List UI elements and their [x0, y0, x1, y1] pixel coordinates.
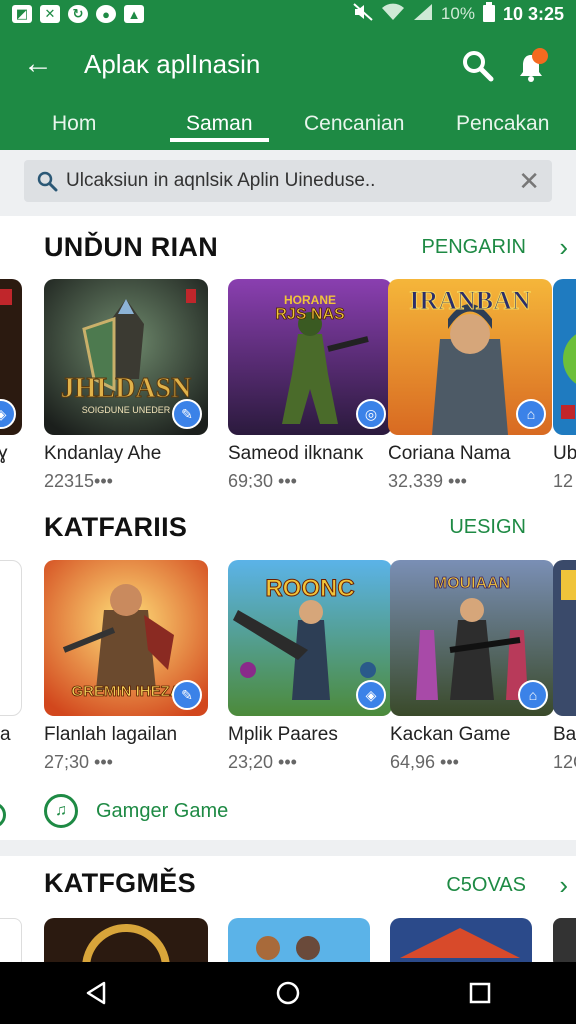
tab-pencakan[interactable]: Pencakan	[456, 106, 549, 142]
art-title: MOUIAAN	[434, 575, 510, 592]
app-thumbnail: ROONC ◈	[228, 560, 392, 716]
tab-home[interactable]: Hom	[52, 106, 96, 142]
section-katfgmes: KATFGMĚS C5OVAS ›	[0, 856, 576, 962]
app-downloads: 22315•••	[44, 471, 113, 488]
status-bar: ◩ ✕ ↻ ● ▲ 10% 10 3:25	[0, 0, 576, 28]
badge-icon: ✎	[172, 399, 202, 429]
section-katfariis: KATFARIIS UESIGN ✎ a GREMIN IHEZA ✎	[0, 488, 576, 840]
app-thumbnail	[553, 279, 576, 435]
app-thumbnail: ◈	[0, 279, 22, 435]
image-icon: ◩	[12, 5, 32, 23]
art-title: GREMIN IHEZA	[71, 683, 180, 700]
app-thumbnail-peek-right[interactable]	[553, 918, 576, 962]
badge-icon: ✎	[172, 680, 202, 710]
gamger-game-link[interactable]: ♫ Gamger Game	[44, 794, 228, 828]
music-note-icon: ♫	[44, 794, 78, 828]
wifi-icon	[381, 3, 405, 26]
section-title: KATFARIIS	[44, 512, 188, 542]
mute-icon	[353, 2, 373, 26]
battery-icon	[482, 1, 495, 27]
app-name: Coriana Nama	[388, 443, 511, 464]
search-input[interactable]	[66, 170, 506, 192]
app-thumbnail: ✎	[0, 560, 22, 716]
app-thumbnail: JHLDASN SOIGDUNE UNEDER ✎	[44, 279, 208, 435]
signal-icon	[413, 3, 433, 26]
app-downloads: 69;30 •••	[228, 471, 297, 488]
app-downloads: 32,339 •••	[388, 471, 467, 488]
chevron-right-icon[interactable]: ›	[559, 870, 568, 901]
app-downloads: 23;20 •••	[228, 752, 297, 772]
app-thumbnail: GREMIN IHEZA ✎	[44, 560, 208, 716]
peek-icon	[0, 802, 6, 828]
app-thumbnail-peek-left[interactable]	[0, 918, 22, 962]
art-title: ROONC	[265, 575, 354, 602]
app-thumbnail: MOUIAAN ⌂	[390, 560, 554, 716]
section-more-link[interactable]: UESIGN	[449, 516, 526, 539]
search-icon[interactable]	[460, 48, 496, 84]
chevron-right-icon[interactable]: ›	[559, 232, 568, 263]
app-name: Ba	[553, 724, 576, 745]
app-thumbnail[interactable]	[228, 918, 370, 962]
chat-icon: ●	[96, 5, 116, 23]
notification-icons: ◩ ✕ ↻ ● ▲	[12, 5, 144, 23]
clear-icon[interactable]: ✕	[518, 168, 540, 194]
app-thumbnail: IRANBAN ⌂	[388, 279, 552, 435]
section-title: UNĎUN RIAN	[44, 232, 218, 262]
app-downloads: 12	[553, 471, 574, 488]
system-nav-bar	[0, 962, 576, 1024]
back-triangle-icon[interactable]	[76, 973, 116, 1013]
battery-percent: 10%	[440, 4, 475, 23]
search-area: ✕	[0, 150, 576, 216]
recents-square-icon[interactable]	[460, 973, 500, 1013]
section-more-link[interactable]: C5OVAS	[446, 874, 526, 897]
app-thumbnail	[553, 560, 576, 716]
app-name: Ub	[553, 443, 576, 464]
art-subtitle: HORANE	[284, 293, 336, 307]
badge-icon: ◈	[356, 680, 386, 710]
app-thumbnail[interactable]	[390, 918, 532, 962]
section-unduhan: UNĎUN RIAN PENGARIN › ◈ ɣ JHLDASN SOIGDU…	[0, 216, 576, 488]
section-title: KATFGMĚS	[44, 868, 196, 898]
system-icons: 10% 10 3:25	[353, 1, 564, 27]
art-title: IRANBAN	[409, 286, 531, 315]
page-title: Aplaĸ aplInasin	[84, 49, 261, 79]
app-bar: ← Aplaĸ aplInasin Hom Saman Cencanian Pe…	[0, 28, 576, 150]
search-icon	[37, 171, 58, 192]
upload-icon: ▲	[124, 5, 144, 23]
badge-icon: ⌂	[518, 680, 548, 710]
tab-bar: Hom Saman Cencanian Pencakan	[0, 106, 576, 150]
app-name: Kackan Game	[390, 724, 511, 745]
notification-dot	[532, 48, 548, 64]
app-thumbnail: HORANE RJS NAS ◎	[228, 279, 392, 435]
app-downloads: 64,96 •••	[390, 752, 459, 772]
app-thumbnail[interactable]	[44, 918, 208, 962]
app-name: Kndanlay Ahe	[44, 443, 162, 464]
section-more-link[interactable]: PENGARIN	[422, 236, 526, 259]
notification-bell-icon[interactable]	[514, 48, 548, 84]
search-bar[interactable]: ✕	[24, 160, 552, 202]
art-title: RJS NAS	[275, 306, 345, 323]
clock: 10 3:25	[502, 3, 564, 24]
art-subtitle: SOIGDUNE UNEDER	[82, 405, 171, 415]
sync-icon: ↻	[68, 5, 88, 23]
back-arrow-icon[interactable]: ←	[22, 48, 54, 80]
tools-icon: ✕	[40, 5, 60, 23]
app-downloads: 12C	[553, 752, 576, 772]
art-title: JHLDASN	[61, 373, 192, 404]
badge-icon: ◎	[356, 399, 386, 429]
tab-cencanian[interactable]: Cencanian	[304, 106, 404, 142]
badge-icon: ⌂	[516, 399, 546, 429]
app-downloads: 27;30 •••	[44, 752, 113, 772]
tab-saman[interactable]: Saman	[170, 106, 268, 142]
app-name: Flanlah lagailan	[44, 724, 178, 745]
home-circle-icon[interactable]	[268, 973, 308, 1013]
app-screen: ◩ ✕ ↻ ● ▲ 10% 10 3:25 ← Aplaĸ aplInasin	[0, 0, 576, 1024]
link-label: Gamger Game	[96, 799, 229, 822]
